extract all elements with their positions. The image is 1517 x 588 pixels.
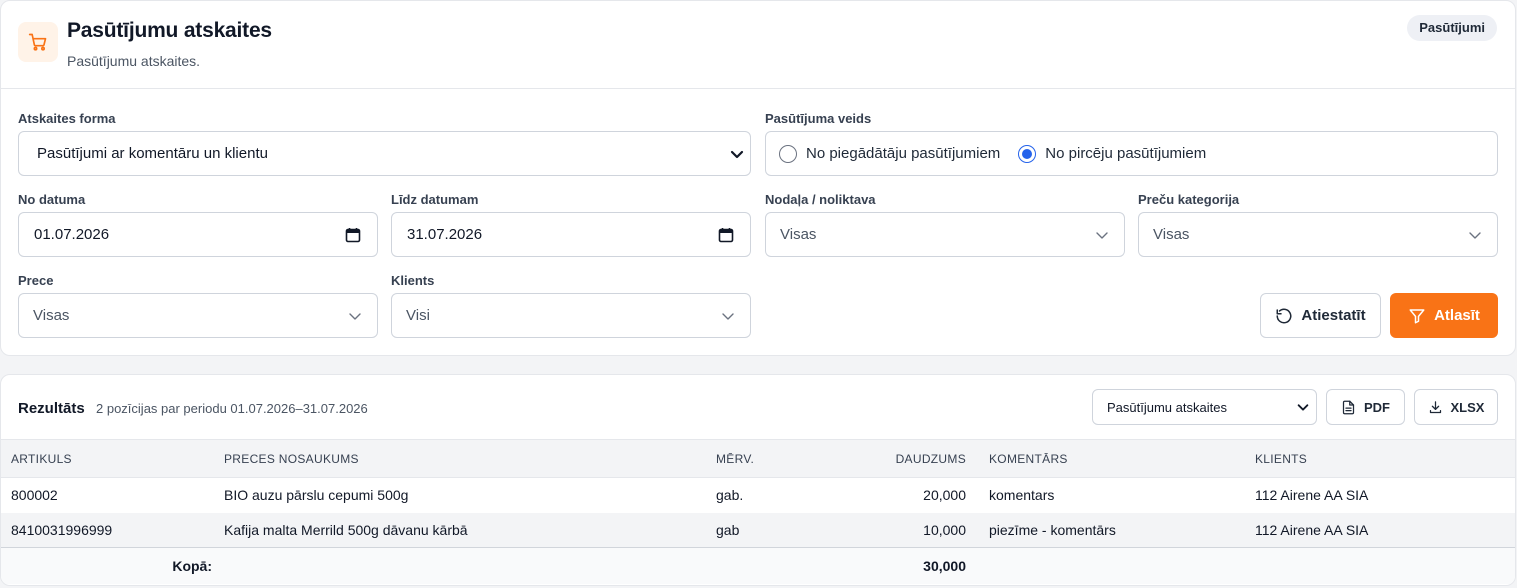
column-header-comment[interactable]: KOMENTĀRS xyxy=(979,440,1255,478)
product-label: Prece xyxy=(18,273,54,288)
report-form-label: Atskaites forma xyxy=(18,111,116,126)
column-header-quantity[interactable]: DAUDZUMS xyxy=(796,440,979,478)
cell-quantity: 20,000 xyxy=(923,487,966,504)
xlsx-button-label: XLSX xyxy=(1450,399,1485,415)
chevron-down-icon xyxy=(730,150,744,158)
table-row[interactable]: 8410031996999 Kafija malta Merrild 500g … xyxy=(1,512,1515,548)
client-label: Klients xyxy=(391,273,435,288)
cell-article: 8410031996999 xyxy=(11,521,113,538)
department-value: Visas xyxy=(780,226,817,243)
filter-card: Pasūtījumu atskaites Pasūtījumu atskaite… xyxy=(0,0,1516,356)
report-form-value: Pasūtījumi ar komentāru un klientu xyxy=(37,145,268,162)
chevron-down-icon xyxy=(1469,231,1481,239)
chevron-down-icon xyxy=(722,312,734,320)
table-total-row: Kopā: 30,000 xyxy=(1,547,1515,584)
client-value: Visi xyxy=(406,307,430,324)
category-label: Preču kategorija xyxy=(1138,192,1240,207)
apply-filter-button[interactable]: Atlasīt xyxy=(1390,293,1498,338)
category-select[interactable]: Visas xyxy=(1138,212,1498,257)
cell-product-name: BIO auzu pārslu cepumi 500g xyxy=(224,487,409,504)
column-header-article[interactable]: ARTIKULS xyxy=(1,440,224,478)
date-from-input[interactable]: 01.07.2026 xyxy=(18,212,378,257)
product-value: Visas xyxy=(33,307,70,324)
page-title: Pasūtījumu atskaites xyxy=(67,19,272,42)
total-label: Kopā: xyxy=(172,557,212,574)
radio-label: No piegādātāju pasūtījumiem xyxy=(806,145,1001,162)
date-to-value: 31.07.2026 xyxy=(407,226,483,243)
report-form-select[interactable]: Pasūtījumi ar komentāru un klientu xyxy=(18,131,751,176)
column-header-product-name[interactable]: PRECES NOSAUKUMS xyxy=(224,440,716,478)
cell-client: 112 Airene AA SIA xyxy=(1255,487,1369,504)
download-icon xyxy=(1429,400,1441,413)
export-format-select[interactable]: Pasūtījumu atskaites xyxy=(1092,389,1317,425)
cell-quantity: 10,000 xyxy=(923,521,966,538)
cell-unit: gab xyxy=(716,521,740,538)
column-header-client[interactable]: KLIENTS xyxy=(1255,440,1515,478)
total-quantity: 30,000 xyxy=(923,557,966,574)
date-from-value: 01.07.2026 xyxy=(34,226,110,243)
cell-comment: komentars xyxy=(989,487,1055,504)
order-type-radio-group: No piegādātāju pasūtījumiem No pircēju p… xyxy=(765,131,1498,176)
export-xlsx-button[interactable]: XLSX xyxy=(1414,389,1498,425)
pdf-button-label: PDF xyxy=(1364,399,1390,415)
chevron-down-icon xyxy=(349,312,361,320)
table-row[interactable]: 800002 BIO auzu pārslu cepumi 500g gab. … xyxy=(1,478,1515,513)
order-type-supplier-radio[interactable]: No piegādātāju pasūtījumiem xyxy=(779,144,1001,163)
cell-product-name: Kafija malta Merrild 500g dāvanu kārbā xyxy=(224,521,468,538)
date-to-label: Līdz datumam xyxy=(391,192,479,207)
reset-icon xyxy=(1276,308,1292,323)
cell-client: 112 Airene AA SIA xyxy=(1255,521,1369,538)
column-header-unit[interactable]: MĒRV. xyxy=(716,440,796,478)
radio-circle xyxy=(779,144,797,163)
results-title: Rezultāts xyxy=(18,400,85,417)
results-table: ARTIKULS PRECES NOSAUKUMS MĒRV. DAUDZUMS… xyxy=(1,439,1515,584)
module-badge: Pasūtījumi xyxy=(1407,15,1497,41)
filter-icon xyxy=(1409,308,1425,323)
chevron-down-icon xyxy=(1297,404,1309,411)
document-icon xyxy=(1342,400,1355,414)
date-to-input[interactable]: 31.07.2026 xyxy=(391,212,751,257)
order-type-label: Pasūtījuma veids xyxy=(765,111,872,126)
calendar-icon[interactable] xyxy=(345,227,361,243)
department-select[interactable]: Visas xyxy=(765,212,1125,257)
order-type-customer-radio[interactable]: No pircēju pasūtījumiem xyxy=(1018,144,1207,163)
results-card: Rezultāts 2 pozīcijas par periodu 01.07.… xyxy=(0,374,1516,586)
product-select[interactable]: Visas xyxy=(18,293,378,338)
cell-comment: piezīme - komentārs xyxy=(989,521,1116,538)
page-header: Pasūtījumu atskaites Pasūtījumu atskaite… xyxy=(1,1,1515,89)
cell-article: 800002 xyxy=(11,487,58,504)
table-header-row: ARTIKULS PRECES NOSAUKUMS MĒRV. DAUDZUMS… xyxy=(1,439,1515,478)
radio-label: No pircēju pasūtījumiem xyxy=(1045,145,1207,162)
export-format-value: Pasūtījumu atskaites xyxy=(1107,399,1227,415)
category-value: Visas xyxy=(1153,226,1190,243)
chevron-down-icon xyxy=(1096,231,1108,239)
reset-button[interactable]: Atiestatīt xyxy=(1260,293,1381,338)
export-pdf-button[interactable]: PDF xyxy=(1326,389,1405,425)
cart-icon xyxy=(18,22,58,62)
reset-button-label: Atiestatīt xyxy=(1301,307,1366,324)
radio-circle-checked xyxy=(1018,144,1037,163)
client-select[interactable]: Visi xyxy=(391,293,751,338)
apply-button-label: Atlasīt xyxy=(1434,307,1480,324)
cell-unit: gab. xyxy=(716,487,744,504)
date-from-label: No datuma xyxy=(18,192,86,207)
results-summary: 2 pozīcijas par periodu 01.07.2026–31.07… xyxy=(96,401,368,416)
department-label: Nodaļa / noliktava xyxy=(765,192,876,207)
calendar-icon[interactable] xyxy=(718,227,734,243)
page-subtitle: Pasūtījumu atskaites. xyxy=(67,53,201,69)
